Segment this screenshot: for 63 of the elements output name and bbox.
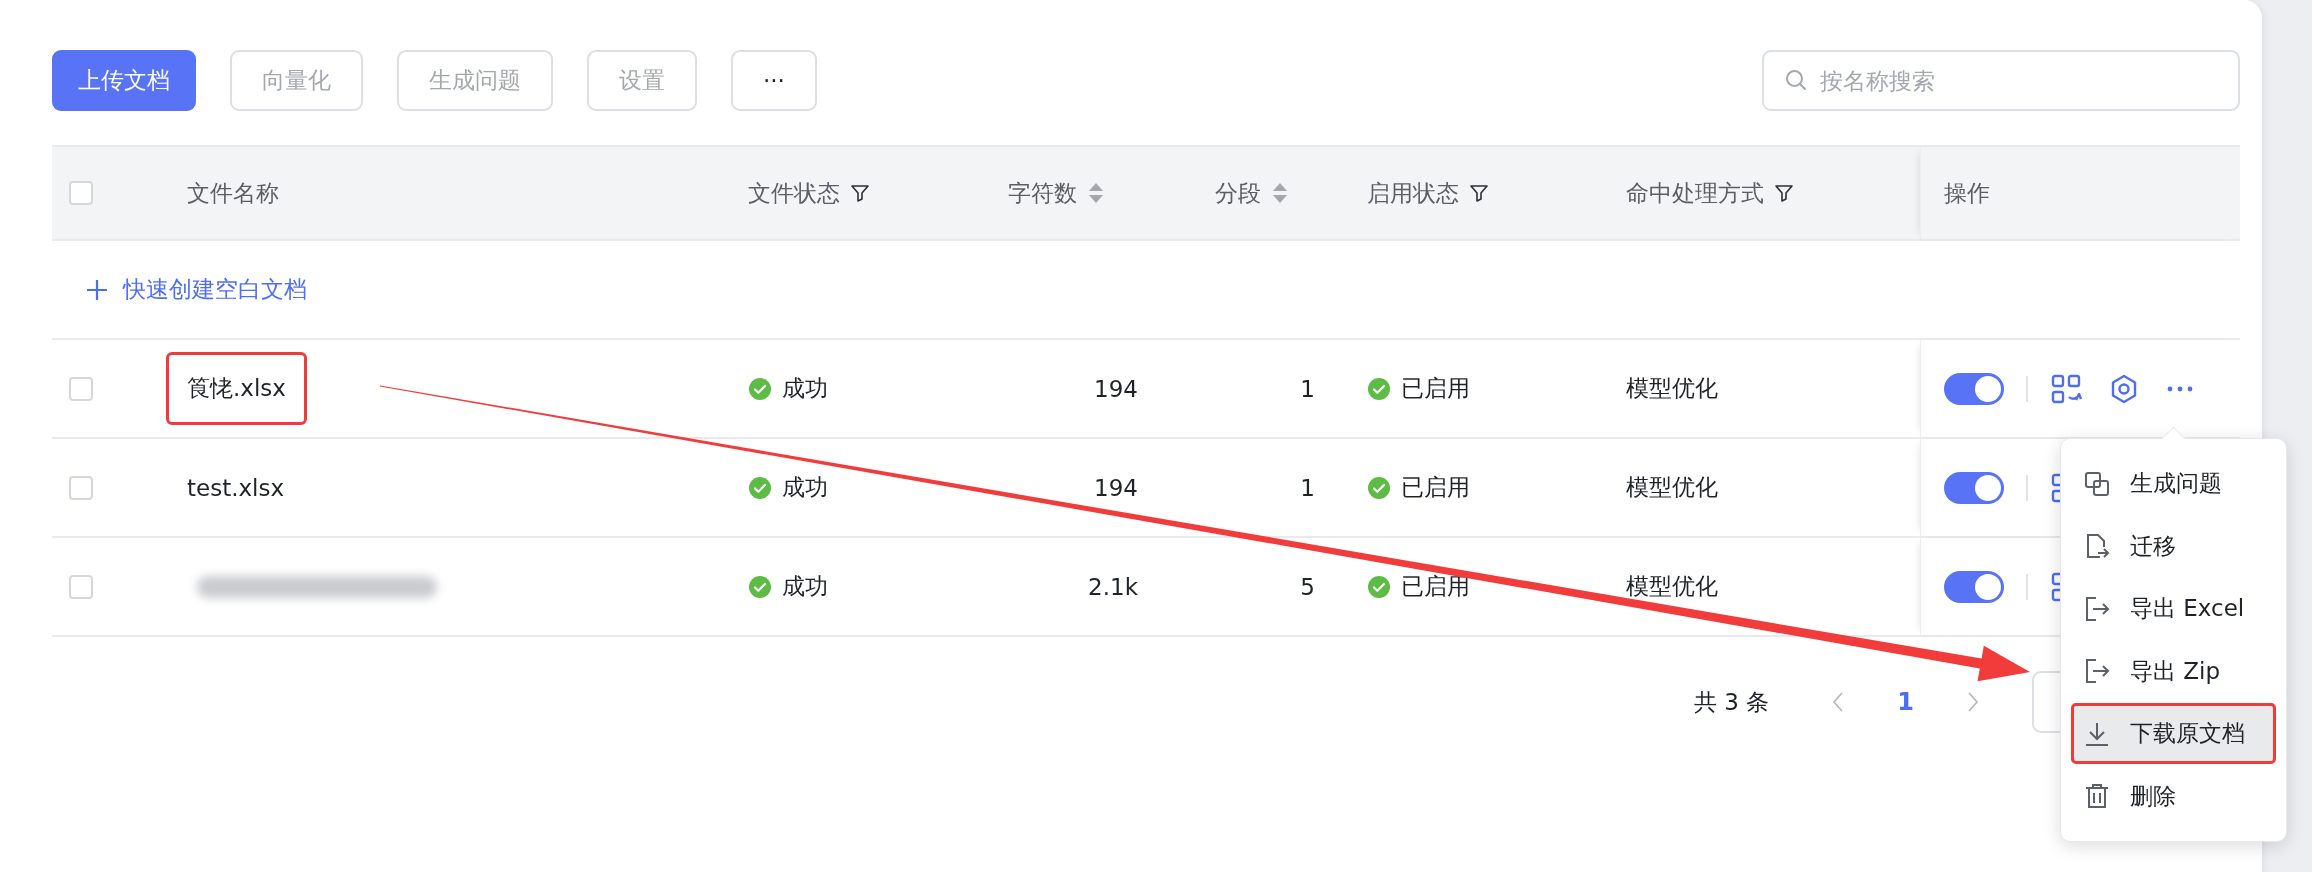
table-cell: 5 xyxy=(1300,573,1315,600)
menu-item[interactable]: 删除 xyxy=(2071,765,2276,827)
total-count: 共 3 条 xyxy=(1694,687,1770,717)
check-circle-icon xyxy=(1367,376,1391,401)
menu-item[interactable]: 下载原文档 xyxy=(2071,703,2276,765)
copy-icon xyxy=(2084,470,2110,497)
search-icon xyxy=(1784,68,1808,92)
table-cell: 194 xyxy=(1094,474,1138,501)
table-cell: 1 xyxy=(1300,474,1315,501)
status-text: 成功 xyxy=(782,572,828,601)
page-number[interactable]: 1 xyxy=(1897,688,1914,716)
quick-create-link[interactable]: 快速创建空白文档 xyxy=(85,274,307,305)
toolbar-button[interactable]: 上传文档 xyxy=(52,50,196,111)
trash-icon xyxy=(2084,783,2110,810)
status-text: 成功 xyxy=(782,374,828,403)
enable-toggle[interactable] xyxy=(1944,372,2004,405)
row-checkbox[interactable] xyxy=(69,475,93,500)
filter-icon[interactable] xyxy=(850,183,870,203)
file-name: test.xlsx xyxy=(186,473,286,503)
table-cell: 194 xyxy=(1094,375,1138,402)
enable-toggle[interactable] xyxy=(1944,570,2004,603)
table-cell: 1 xyxy=(1300,375,1315,402)
row-checkbox[interactable] xyxy=(69,574,93,599)
sort-icon[interactable] xyxy=(1271,181,1289,205)
check-circle-icon xyxy=(1367,574,1391,599)
check-circle-icon xyxy=(748,574,772,599)
column-header: 操作 xyxy=(1944,178,1990,208)
column-header: 文件名称 xyxy=(187,178,279,208)
menu-item[interactable]: 导出 Excel xyxy=(2071,578,2276,640)
enable-toggle[interactable] xyxy=(1944,471,2004,504)
status-text: 成功 xyxy=(782,473,828,502)
file-name: 筤恅.xlsx xyxy=(166,352,307,425)
filter-icon[interactable] xyxy=(1469,183,1489,203)
row-checkbox[interactable] xyxy=(69,376,93,401)
menu-item[interactable]: 迁移 xyxy=(2071,515,2276,577)
toolbar-button[interactable]: ··· xyxy=(731,50,817,111)
table-cell-text: 模型优化 xyxy=(1626,473,1718,502)
check-circle-icon xyxy=(748,376,772,401)
column-header: 文件状态 xyxy=(748,178,840,208)
table-cell-text: 模型优化 xyxy=(1626,374,1718,403)
column-header: 分段 xyxy=(1215,178,1261,208)
export-icon xyxy=(2084,595,2110,622)
column-header: 命中处理方式 xyxy=(1626,178,1764,208)
menu-item[interactable]: 生成问题 xyxy=(2071,453,2276,515)
sort-icon[interactable] xyxy=(1087,181,1105,205)
select-all-checkbox[interactable] xyxy=(69,181,93,205)
search-field[interactable]: 按名称搜索 xyxy=(1762,50,2240,111)
table-cell: 2.1k xyxy=(1088,573,1138,600)
check-circle-icon xyxy=(748,475,772,500)
column-header: 启用状态 xyxy=(1367,178,1459,208)
status-text: 已启用 xyxy=(1401,473,1470,502)
plus-icon xyxy=(85,277,109,302)
table-cell-text: 模型优化 xyxy=(1626,572,1718,601)
status-text: 已启用 xyxy=(1401,572,1470,601)
download-icon xyxy=(2084,720,2110,747)
status-text: 已启用 xyxy=(1401,374,1470,403)
export-icon xyxy=(2084,658,2110,685)
menu-item[interactable]: 导出 Zip xyxy=(2071,640,2276,702)
check-circle-icon xyxy=(1367,475,1391,500)
swap-icon[interactable] xyxy=(2050,372,2082,405)
file-arrow-icon xyxy=(2084,533,2110,560)
column-header: 字符数 xyxy=(1008,178,1077,208)
filter-icon[interactable] xyxy=(1774,183,1794,203)
